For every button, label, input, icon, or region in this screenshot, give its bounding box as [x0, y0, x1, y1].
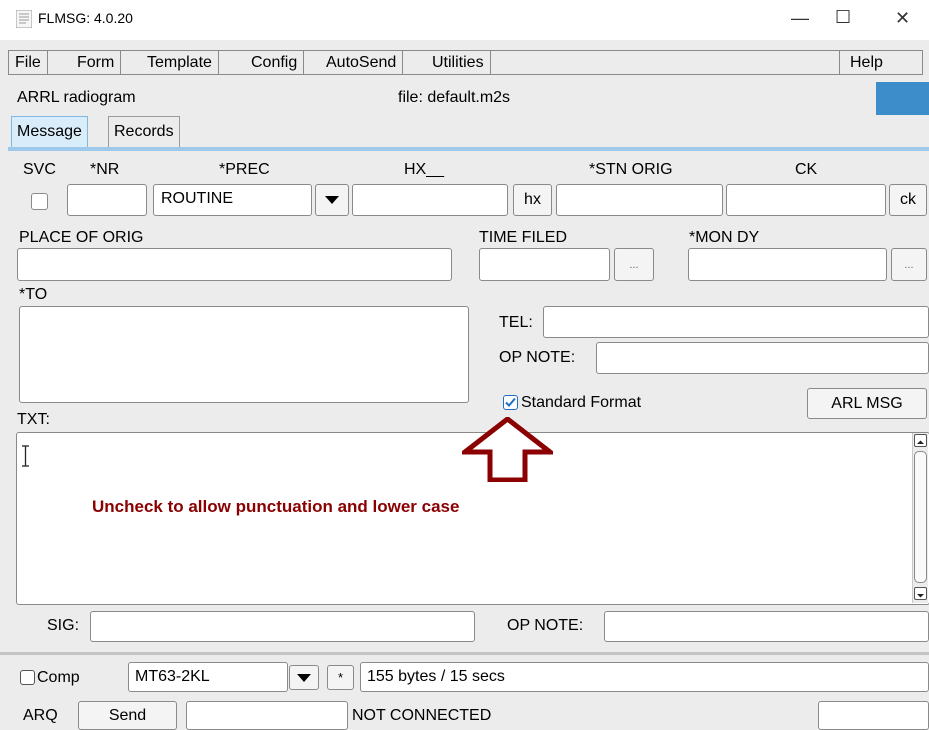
ck-button[interactable]: ck: [889, 184, 927, 216]
transfer-status: 155 bytes / 15 secs: [367, 668, 505, 685]
connection-status: NOT CONNECTED: [352, 707, 492, 724]
file-name: file: default.m2s: [398, 89, 511, 106]
close-button[interactable]: ✕: [895, 8, 910, 29]
up-arrow-annotation-icon: [457, 415, 558, 483]
sig-op-note-input[interactable]: [604, 611, 929, 642]
chevron-down-icon: [917, 594, 924, 598]
app-icon: [15, 9, 33, 29]
menu-template[interactable]: Template: [141, 51, 219, 74]
time-filed-picker-button[interactable]: ...: [614, 248, 654, 281]
op-note-input[interactable]: [596, 342, 929, 374]
nr-input[interactable]: [67, 184, 147, 216]
form-name: ARRL radiogram: [17, 89, 136, 106]
time-filed-input[interactable]: [479, 248, 610, 281]
sig-op-note-label: OP NOTE:: [507, 617, 584, 634]
stn-orig-input[interactable]: [556, 184, 723, 216]
place-of-orig-label: PLACE OF ORIG: [19, 229, 144, 246]
arq-label: ARQ: [23, 707, 58, 724]
prec-value: ROUTINE: [161, 190, 233, 207]
prec-dropdown-button[interactable]: [315, 184, 349, 216]
comp-label[interactable]: Comp: [37, 669, 80, 687]
txt-scrollbar[interactable]: [912, 433, 928, 603]
menu-help[interactable]: Help: [839, 51, 922, 74]
svc-label: SVC: [23, 161, 56, 178]
prec-select[interactable]: ROUTINE: [153, 184, 312, 216]
annotation-text: Uncheck to allow punctuation and lower c…: [92, 497, 460, 516]
standard-format-label[interactable]: Standard Format: [521, 394, 641, 412]
mon-dy-label: *MON DY: [689, 229, 760, 246]
standard-format-checkbox[interactable]: [503, 395, 518, 410]
tel-label: TEL:: [499, 314, 533, 331]
window-title: FLMSG: 4.0.20: [38, 10, 133, 26]
ck-label: CK: [795, 161, 818, 178]
hx-button[interactable]: hx: [513, 184, 552, 216]
scroll-down-button[interactable]: [914, 587, 927, 600]
time-filed-label: TIME FILED: [479, 229, 568, 246]
txt-label: TXT:: [17, 411, 50, 428]
stn-orig-label: *STN ORIG: [589, 161, 673, 178]
menu-bar: File Form Template Config AutoSend Utili…: [8, 50, 923, 75]
star-button[interactable]: *: [327, 665, 354, 690]
nr-label: *NR: [90, 161, 120, 178]
chevron-up-icon: [917, 440, 924, 444]
menu-form[interactable]: Form: [71, 51, 122, 74]
sig-label: SIG:: [47, 617, 80, 634]
menu-config[interactable]: Config: [245, 51, 305, 74]
send-button[interactable]: Send: [78, 701, 177, 730]
text-cursor-icon: [21, 445, 30, 467]
ck-input[interactable]: [726, 184, 886, 216]
arq-call-input[interactable]: [186, 701, 348, 730]
to-textarea[interactable]: [19, 306, 469, 403]
mode-value: MT63-2KL: [135, 668, 210, 685]
scroll-up-button[interactable]: [914, 434, 927, 447]
op-note-label: OP NOTE:: [499, 349, 576, 366]
to-label: *TO: [19, 286, 48, 303]
prec-label: *PREC: [219, 161, 270, 178]
menu-autosend[interactable]: AutoSend: [320, 51, 404, 74]
minimize-button[interactable]: —: [791, 8, 809, 29]
menu-utilities[interactable]: Utilities: [426, 51, 491, 74]
hx-input[interactable]: [352, 184, 508, 216]
transfer-status-field: 155 bytes / 15 secs: [360, 662, 929, 692]
hx-label: HX__: [404, 161, 445, 178]
comp-checkbox[interactable]: [20, 670, 35, 685]
place-of-orig-input[interactable]: [17, 248, 452, 281]
title-bar: FLMSG: 4.0.20 — ☐ ✕: [0, 0, 929, 40]
svc-checkbox[interactable]: [31, 193, 48, 210]
mode-dropdown-button[interactable]: [289, 665, 319, 690]
mode-select[interactable]: MT63-2KL: [128, 662, 288, 692]
chevron-down-icon: [297, 673, 311, 682]
mon-dy-picker-button[interactable]: ...: [891, 248, 927, 281]
sig-input[interactable]: [90, 611, 475, 642]
status-indicator: [876, 82, 929, 115]
arl-msg-button[interactable]: ARL MSG: [807, 388, 927, 419]
chevron-down-icon: [325, 196, 339, 204]
tel-input[interactable]: [543, 306, 929, 338]
tab-records[interactable]: Records: [108, 116, 180, 147]
scroll-thumb[interactable]: [914, 451, 927, 583]
section-divider: [0, 652, 929, 655]
footer-right-field: [818, 701, 929, 730]
mon-dy-input[interactable]: [688, 248, 887, 281]
maximize-button[interactable]: ☐: [835, 7, 851, 28]
checkmark-icon: [505, 397, 516, 407]
tab-divider: [8, 147, 929, 151]
menu-file[interactable]: File: [9, 51, 48, 74]
tab-message[interactable]: Message: [11, 116, 88, 147]
